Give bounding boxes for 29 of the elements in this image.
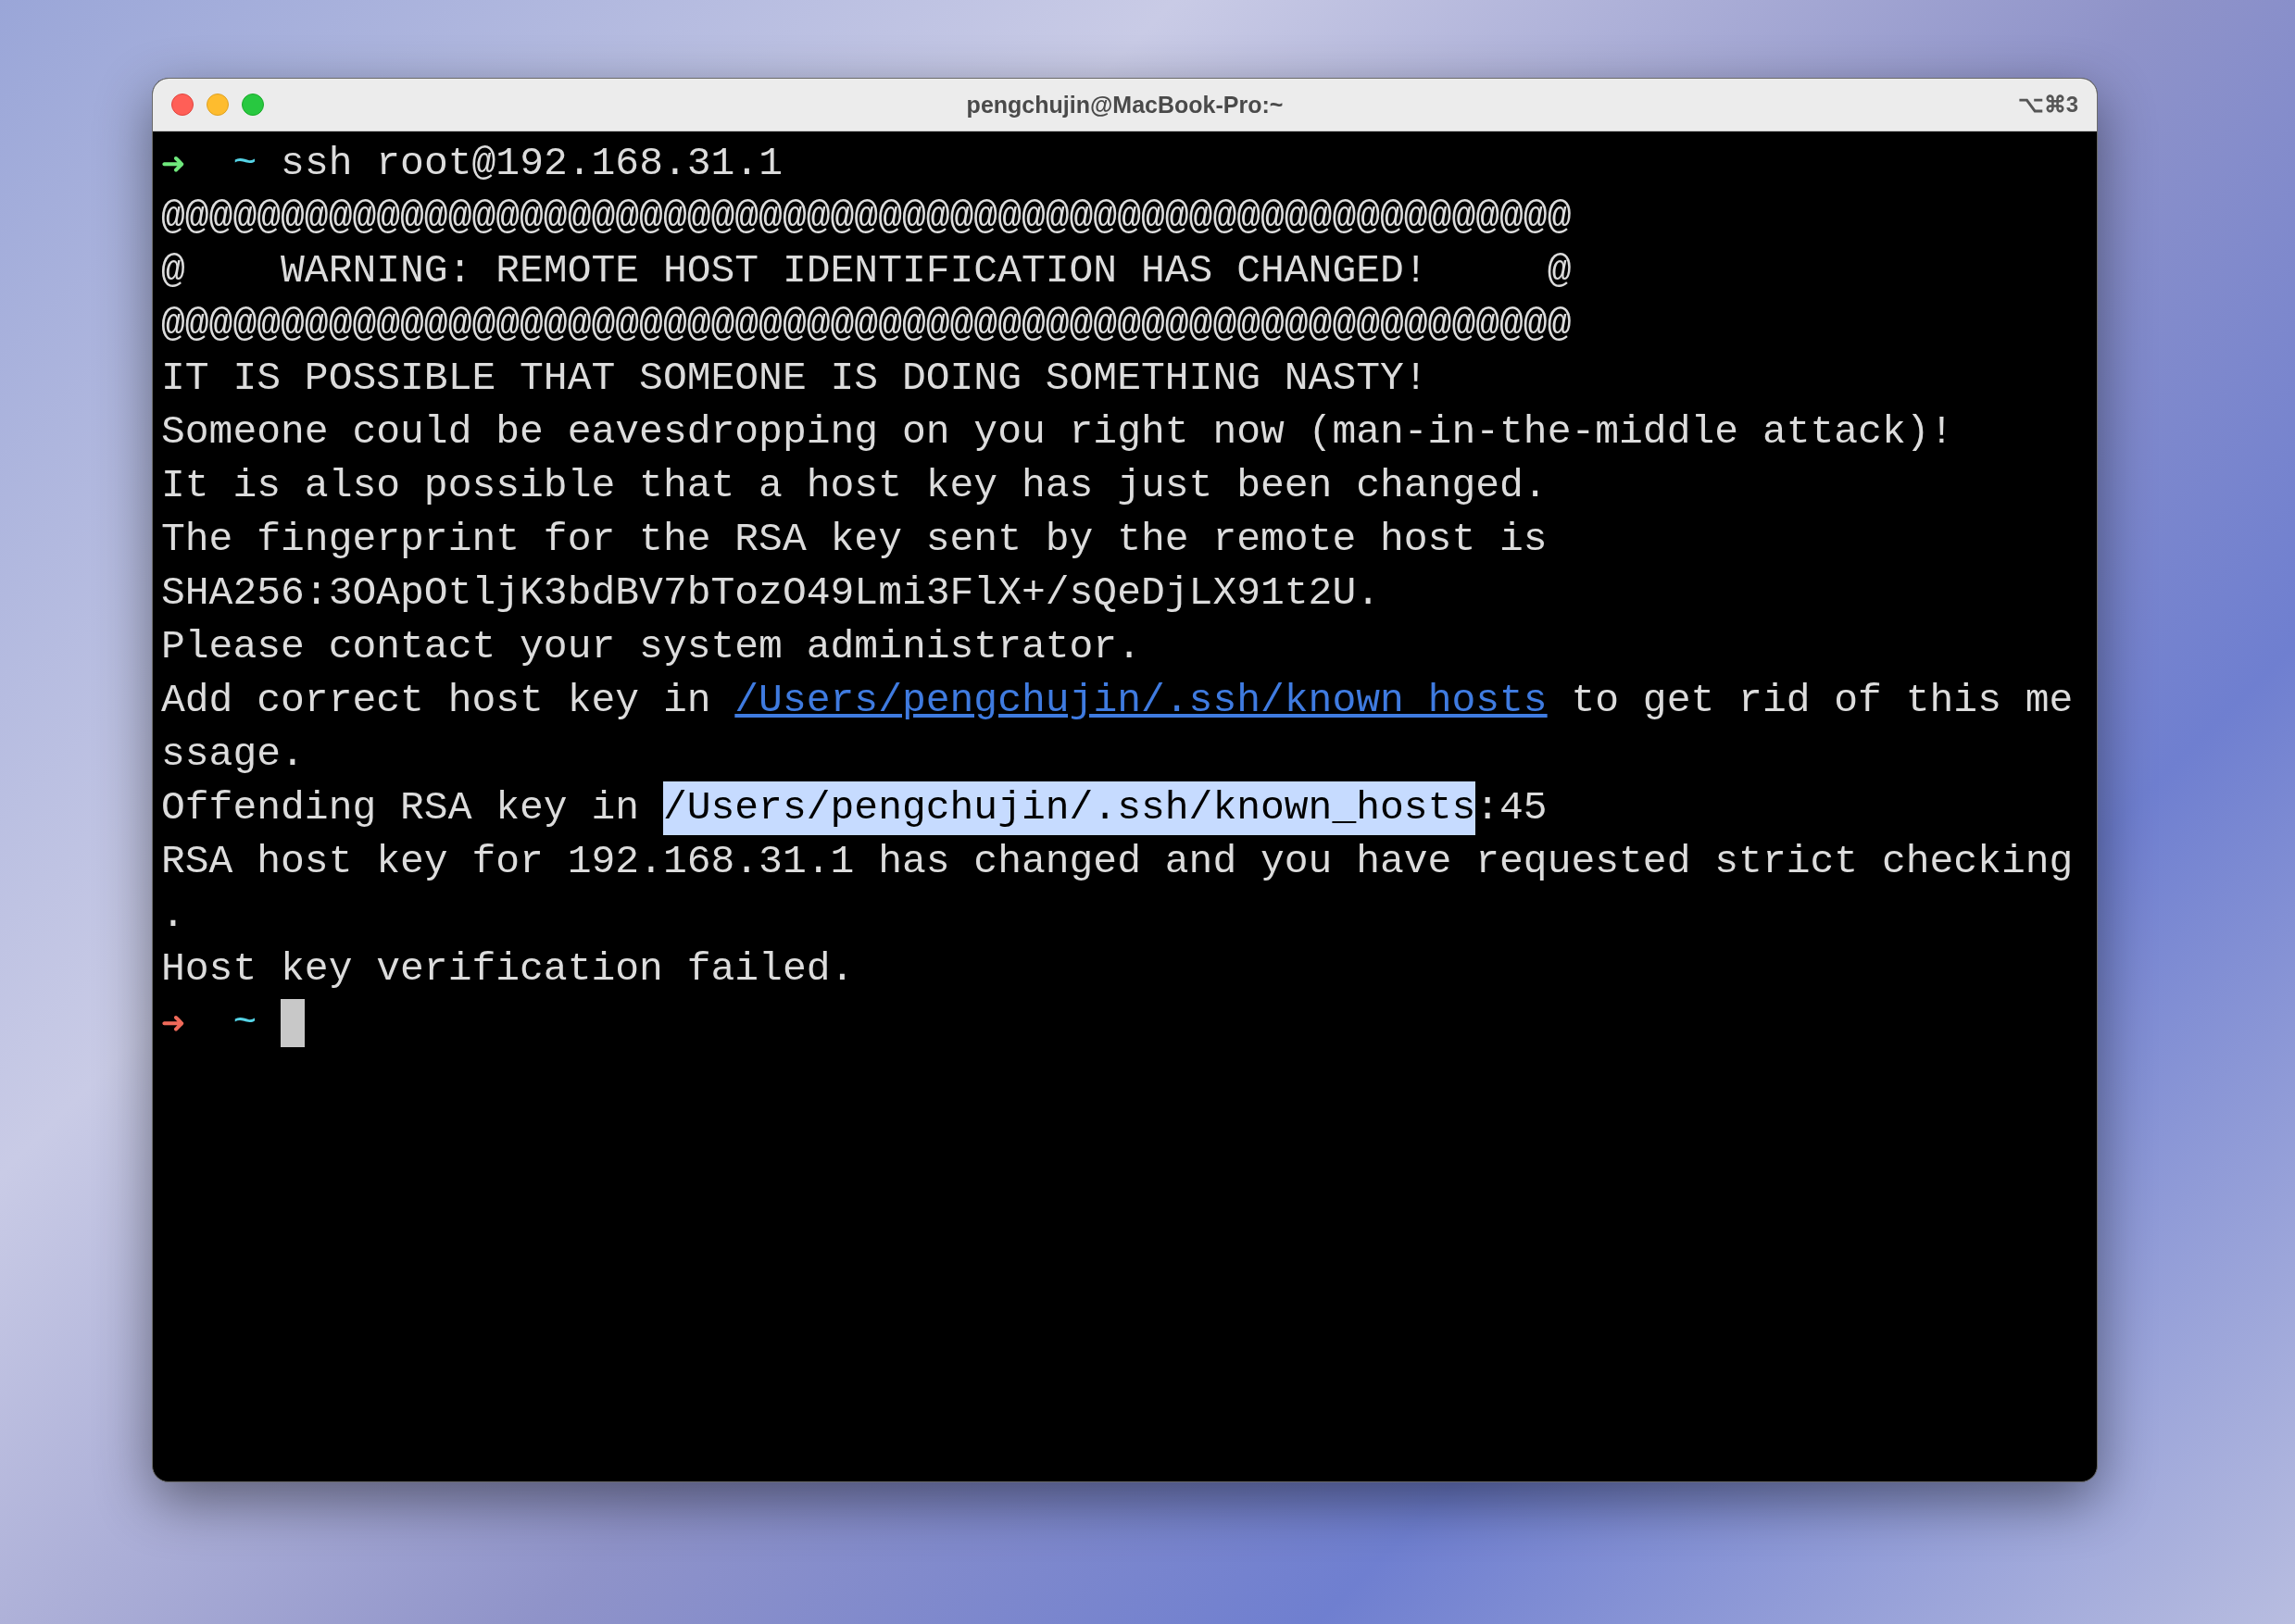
terminal-text: . <box>161 892 185 940</box>
prompt-arrow: ➜ <box>161 140 185 189</box>
file-path-link[interactable]: /Users/pengchujin/.ssh/known_hosts <box>734 674 1548 728</box>
terminal-text: @@@@@@@@@@@@@@@@@@@@@@@@@@@@@@@@@@@@@@@@@@@@@@@@@@@@@@@@@@@ <box>161 301 1572 349</box>
zoom-icon[interactable] <box>242 94 264 116</box>
terminal-text: ssage. <box>161 731 305 779</box>
terminal-text: Offending RSA key in <box>161 784 641 832</box>
shortcut-label: ⌥⌘3 <box>2017 92 2078 118</box>
minimize-icon[interactable] <box>207 94 229 116</box>
prompt-directory: ~ <box>232 999 257 1047</box>
prompt-arrow: ➜ <box>161 999 185 1048</box>
prompt-directory: ~ <box>232 140 257 188</box>
terminal-text: Add correct host key in <box>161 677 712 725</box>
terminal-text: to get rid of this me <box>1570 677 2074 725</box>
terminal-text: Please contact your system administrator. <box>161 623 1141 671</box>
terminal-text: It is also possible that a host key has just been changed. <box>161 462 1548 510</box>
terminal-text: IT IS POSSIBLE THAT SOMEONE IS DOING SOMETHING NASTY! <box>161 355 1428 403</box>
window-title: pengchujin@MacBook-Pro:~ <box>966 91 1284 119</box>
terminal-text: :45 <box>1475 784 1548 832</box>
terminal-text: @@@@@@@@@@@@@@@@@@@@@@@@@@@@@@@@@@@@@@@@@@@@@@@@@@@@@@@@@@@ <box>161 194 1572 242</box>
terminal-text: SHA256:3OApOtljK3bdBV7bTozO49Lmi3FlX+/sQeDjLX91t2U. <box>161 569 1380 618</box>
terminal-text: Someone could be eavesdropping on you right now (man-in-the-middle attack)! <box>161 408 1954 456</box>
command-text: ssh root@192.168.31.1 <box>280 140 783 188</box>
selected-text: /Users/pengchujin/.ssh/known_hosts <box>662 781 1476 835</box>
close-icon[interactable] <box>171 94 194 116</box>
terminal-text: @ WARNING: REMOTE HOST IDENTIFICATION HAS CHANGED! @ <box>161 247 1572 295</box>
terminal-text: RSA host key for 192.168.31.1 has changed and you have requested strict checking <box>161 838 2074 886</box>
terminal-text: The fingerprint for the RSA key sent by the remote host is <box>161 516 1548 564</box>
terminal-text: Host key verification failed. <box>161 945 855 993</box>
